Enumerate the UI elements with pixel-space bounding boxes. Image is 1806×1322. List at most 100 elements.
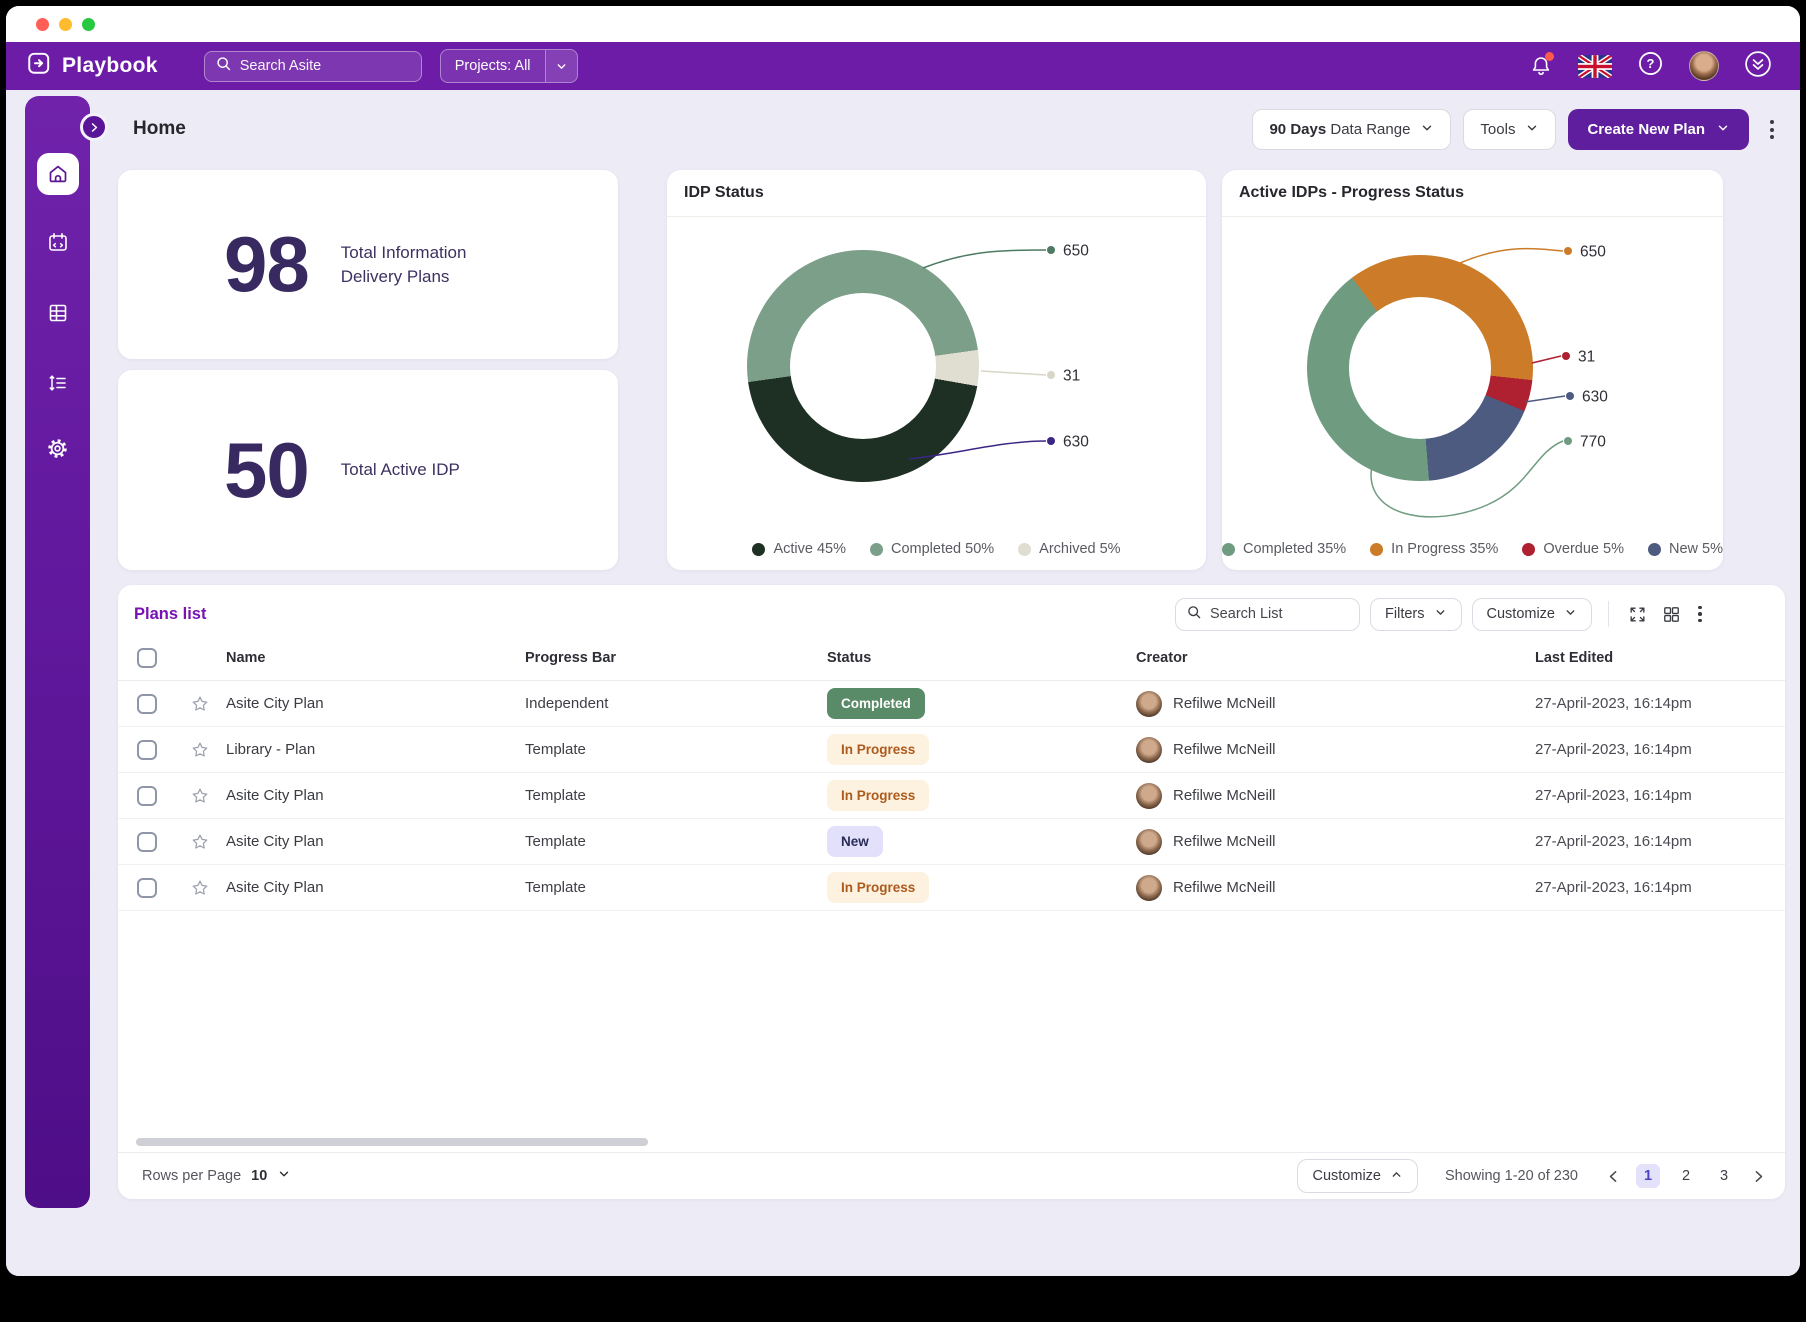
plan-name[interactable]: Asite City Plan — [226, 833, 525, 850]
page-number-1[interactable]: 1 — [1636, 1164, 1660, 1188]
create-new-plan-button[interactable]: Create New Plan — [1568, 109, 1749, 150]
table-row[interactable]: Library - Plan Template In Progress Refi… — [118, 727, 1785, 773]
sidebar-expand-button[interactable] — [80, 113, 108, 141]
favorite-star-icon[interactable] — [174, 878, 226, 898]
data-range-dropdown[interactable]: 90 Days Data Range — [1252, 109, 1451, 150]
plan-name[interactable]: Asite City Plan — [226, 695, 525, 712]
creator-name: Refilwe McNeill — [1173, 695, 1276, 712]
table-body: Asite City Plan Independent Completed Re… — [118, 681, 1785, 911]
table-row[interactable]: Asite City Plan Template In Progress Ref… — [118, 773, 1785, 819]
app-logo[interactable]: Playbook — [26, 50, 158, 82]
column-header-progress-bar[interactable]: Progress Bar — [525, 650, 827, 666]
column-header-last-edited[interactable]: Last Edited — [1535, 650, 1785, 666]
callout-value: 770 — [1580, 434, 1606, 451]
last-edited-timestamp: 27-April-2023, 16:14pm — [1535, 833, 1785, 850]
close-window-button[interactable] — [36, 18, 49, 31]
data-range-label: Data Range — [1330, 121, 1410, 138]
plan-name[interactable]: Asite City Plan — [226, 879, 525, 896]
global-search-input[interactable] — [240, 58, 411, 74]
plan-name[interactable]: Library - Plan — [226, 741, 525, 758]
legend-item[interactable]: In Progress 35% — [1370, 541, 1498, 557]
legend-dot — [870, 543, 883, 556]
notifications-button[interactable] — [1529, 54, 1553, 78]
column-header-name[interactable]: Name — [226, 650, 525, 666]
last-edited-timestamp: 27-April-2023, 16:14pm — [1535, 741, 1785, 758]
legend-item[interactable]: Completed 35% — [1222, 541, 1346, 557]
minimize-window-button[interactable] — [59, 18, 72, 31]
row-checkbox[interactable] — [137, 740, 157, 760]
previous-page-button[interactable] — [1605, 1168, 1622, 1185]
sidebar-item-calendar[interactable] — [25, 230, 90, 259]
column-header-creator[interactable]: Creator — [1136, 650, 1535, 666]
filters-dropdown[interactable]: Filters — [1370, 598, 1461, 631]
stat-value: 98 — [224, 219, 309, 310]
row-checkbox[interactable] — [137, 786, 157, 806]
status-badge: In Progress — [827, 780, 929, 811]
list-more-menu[interactable] — [1693, 602, 1707, 626]
sidebar-item-projects[interactable] — [25, 301, 90, 330]
legend-label: Archived 5% — [1039, 541, 1120, 557]
plan-progress-bar-type: Template — [525, 741, 827, 758]
table-row[interactable]: Asite City Plan Template New Refilwe McN… — [118, 819, 1785, 865]
legend-item[interactable]: Completed 50% — [870, 541, 994, 557]
legend-item[interactable]: Archived 5% — [1018, 541, 1120, 557]
favorite-star-icon[interactable] — [174, 740, 226, 760]
column-header-status[interactable]: Status — [827, 650, 1136, 666]
sidebar-item-settings[interactable] — [25, 436, 90, 466]
row-checkbox[interactable] — [137, 694, 157, 714]
legend-dot — [752, 543, 765, 556]
uk-flag-icon[interactable] — [1578, 55, 1612, 78]
rows-per-page-dropdown[interactable]: Rows per Page 10 — [142, 1167, 291, 1185]
customize-footer-dropdown[interactable]: Customize — [1297, 1159, 1418, 1193]
expand-list-button[interactable] — [1625, 602, 1649, 626]
collapse-header-button[interactable] — [1744, 50, 1772, 83]
table-row[interactable]: Asite City Plan Independent Completed Re… — [118, 681, 1785, 727]
sidebar-item-plan-list[interactable] — [25, 371, 90, 400]
table-row[interactable]: Asite City Plan Template In Progress Ref… — [118, 865, 1785, 911]
projects-dropdown[interactable]: Projects: All — [440, 49, 578, 83]
next-page-button[interactable] — [1750, 1168, 1767, 1185]
plan-name[interactable]: Asite City Plan — [226, 787, 525, 804]
tools-dropdown[interactable]: Tools — [1463, 109, 1556, 150]
page-title: Home — [133, 118, 186, 140]
pagination-pages: 123 — [1636, 1164, 1736, 1188]
table-header: Name Progress Bar Status Creator Last Ed… — [118, 635, 1785, 681]
maximize-window-button[interactable] — [82, 18, 95, 31]
status-badge: In Progress — [827, 734, 929, 765]
legend-item[interactable]: New 5% — [1648, 541, 1723, 557]
favorite-star-icon[interactable] — [174, 786, 226, 806]
chevron-down-icon — [1564, 606, 1577, 623]
legend-item[interactable]: Overdue 5% — [1522, 541, 1624, 557]
customize-dropdown[interactable]: Customize — [1472, 598, 1593, 631]
donut-hole — [790, 293, 936, 439]
page-number-3[interactable]: 3 — [1712, 1164, 1736, 1188]
search-icon — [215, 55, 232, 77]
creator-avatar — [1136, 737, 1162, 763]
plan-progress-bar-type: Template — [525, 879, 827, 896]
row-checkbox[interactable] — [137, 832, 157, 852]
row-checkbox[interactable] — [137, 878, 157, 898]
list-search[interactable] — [1175, 598, 1360, 631]
page-number-2[interactable]: 2 — [1674, 1164, 1698, 1188]
grid-view-button[interactable] — [1659, 602, 1683, 626]
rows-per-page-label: Rows per Page — [142, 1168, 241, 1184]
creator-avatar — [1136, 875, 1162, 901]
global-search[interactable] — [204, 51, 422, 82]
select-all-checkbox[interactable] — [137, 648, 157, 668]
callout-value: 31 — [1578, 349, 1595, 366]
horizontal-scrollbar[interactable] — [136, 1138, 648, 1146]
page-more-menu[interactable] — [1761, 109, 1783, 150]
list-search-input[interactable] — [1210, 606, 1349, 622]
chevron-down-icon — [1525, 121, 1539, 139]
user-avatar[interactable] — [1689, 51, 1719, 81]
sidebar-item-home[interactable] — [25, 153, 90, 195]
stat-value: 50 — [224, 425, 309, 516]
legend-item[interactable]: Active 45% — [752, 541, 846, 557]
favorite-star-icon[interactable] — [174, 832, 226, 852]
create-new-plan-label: Create New Plan — [1587, 121, 1705, 138]
help-button[interactable]: ? — [1637, 50, 1664, 82]
status-badge: Completed — [827, 688, 925, 719]
legend-dot — [1222, 543, 1235, 556]
filters-label: Filters — [1385, 606, 1424, 622]
favorite-star-icon[interactable] — [174, 694, 226, 714]
